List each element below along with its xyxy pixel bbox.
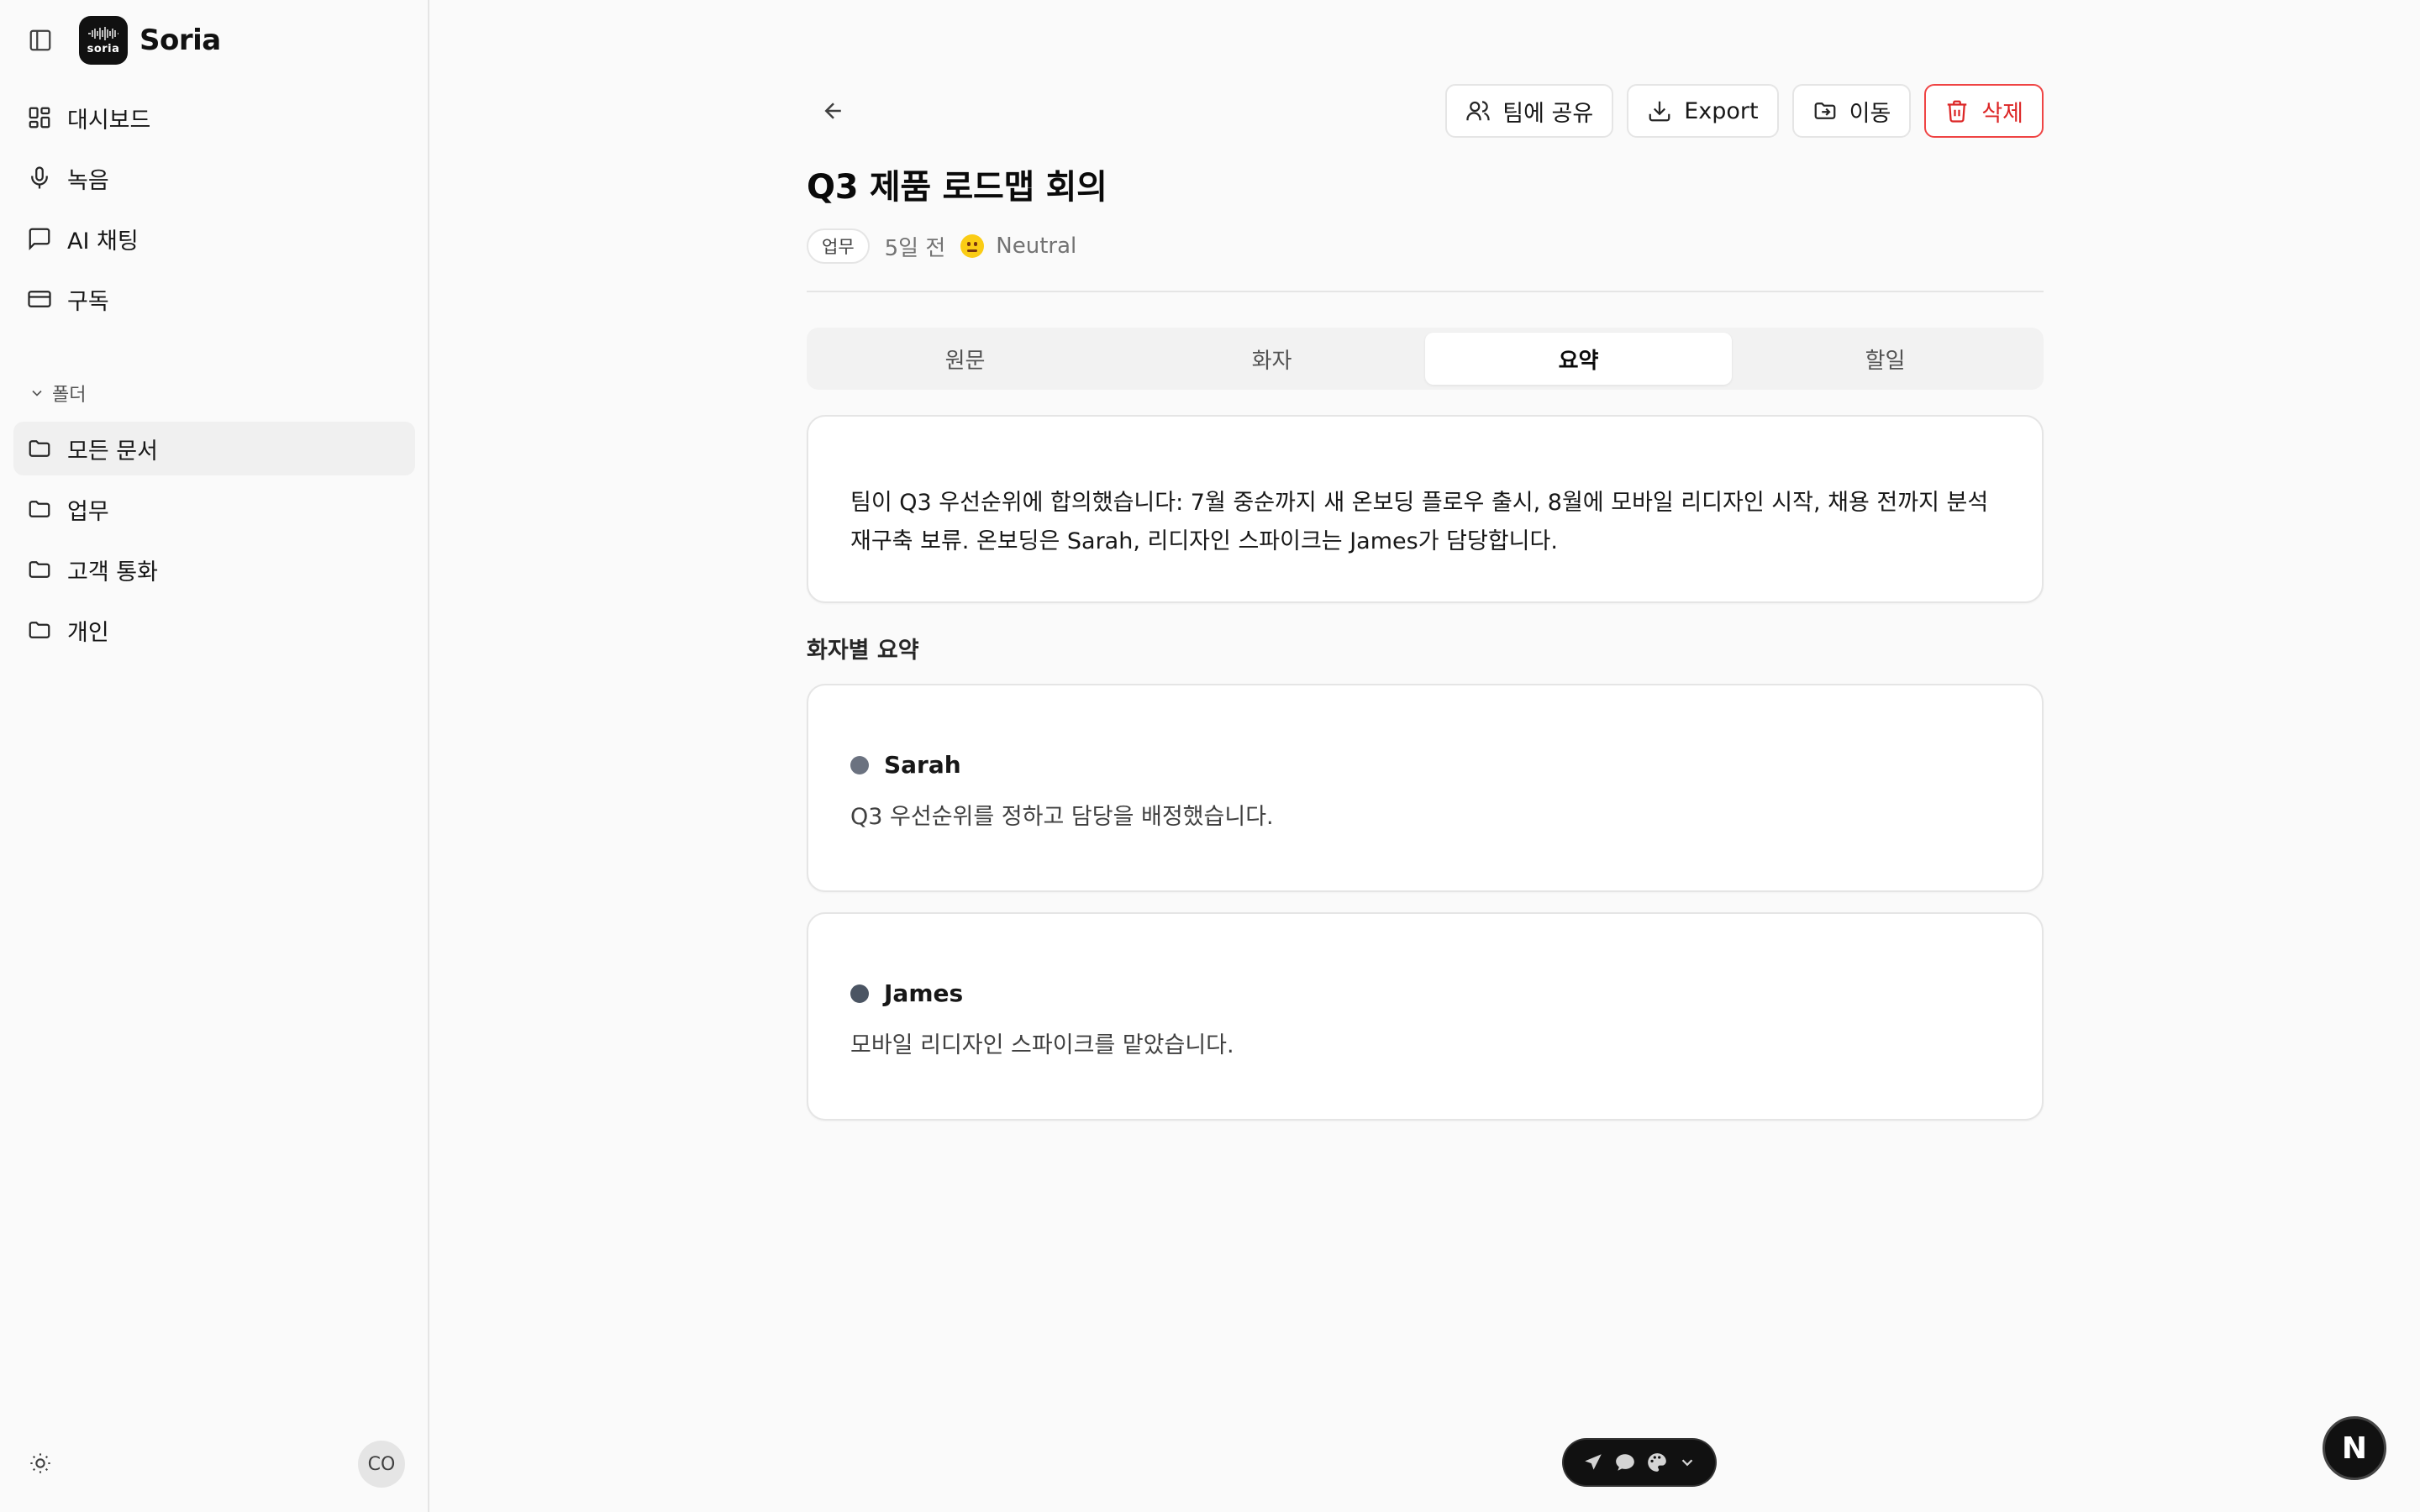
nav-item-subscription[interactable]: 구독 — [13, 272, 415, 326]
folder-move-icon — [1814, 102, 1835, 119]
nav-item-recording[interactable]: 녹음 — [13, 151, 415, 205]
chat-icon — [29, 228, 50, 250]
sidebar-toggle-icon[interactable] — [27, 27, 54, 54]
folder-icon — [29, 440, 50, 457]
speaker-header: James — [850, 979, 963, 1007]
speaker-header: Sarah — [850, 751, 961, 779]
tab-todos[interactable]: 할일 — [1732, 333, 2039, 385]
brand-logo-text: soria — [87, 42, 120, 55]
folder-icon — [29, 622, 50, 638]
brand-logo[interactable]: soria — [79, 16, 128, 65]
tab-speakers[interactable]: 화자 — [1118, 333, 1425, 385]
document-date: 5일 전 — [884, 235, 946, 261]
floating-toolbar — [1564, 1440, 1715, 1485]
share-team-button[interactable]: 팀에 공유 — [1445, 84, 1614, 138]
summary-text: 팀이 Q3 우선순위에 합의했습니다: 7월 중순까지 새 온보딩 플로우 출시… — [850, 490, 1989, 554]
folders-section-toggle[interactable]: 폴더 — [29, 380, 86, 407]
folder-item-work[interactable]: 업무 — [13, 482, 415, 536]
folder-list: 모든 문서 업무 고객 통화 개인 — [13, 422, 415, 664]
comment-icon[interactable] — [1614, 1452, 1636, 1473]
trash-icon — [1948, 100, 1967, 123]
folder-item-customer-calls[interactable]: 고객 통화 — [13, 543, 415, 596]
back-arrow-icon[interactable] — [813, 91, 854, 131]
nav-item-label: 녹음 — [67, 167, 109, 194]
speaker-name: James — [884, 979, 964, 1007]
sentiment-label: Neutral — [996, 234, 1077, 259]
folder-item-label: 업무 — [67, 498, 109, 525]
move-button[interactable]: 이동 — [1791, 84, 1912, 138]
chevron-down-icon — [32, 390, 42, 396]
page-title: Q3 제품 로드맵 회의 — [807, 168, 1107, 207]
document-meta: 업무 5일 전 Neutral — [807, 228, 1076, 264]
brand-name[interactable]: Soria — [139, 24, 221, 57]
export-button[interactable]: Export — [1627, 84, 1779, 138]
move-label: 이동 — [1849, 100, 1891, 127]
card-icon — [28, 291, 51, 307]
chevron-down-icon[interactable] — [1678, 1453, 1697, 1472]
users-icon — [1466, 101, 1490, 121]
dashboard-icon — [29, 107, 50, 129]
user-avatar[interactable]: CO — [358, 1441, 405, 1488]
nav-item-label: 대시보드 — [67, 107, 151, 134]
folder-tag-badge: 업무 — [807, 228, 870, 264]
tab-transcript[interactable]: 원문 — [812, 333, 1118, 385]
folder-icon — [29, 561, 50, 578]
nav-item-dashboard[interactable]: 대시보드 — [13, 91, 415, 144]
download-icon — [1649, 101, 1670, 122]
document-tabs: 원문 화자 요약 할일 — [807, 328, 2044, 390]
speaker-card: James 모바일 리디자인 스파이크를 맡았습니다. — [807, 912, 2044, 1121]
speaker-summary-heading: 화자별 요약 — [807, 638, 919, 664]
main-content: 팀에 공유 Export 이동 삭제 Q3 제품 로드맵 회의 업무 5일 전 … — [429, 0, 2420, 1512]
speaker-summary-text: Q3 우선순위를 정하고 담당을 배정했습니다. — [850, 804, 1274, 830]
folder-item-label: 개인 — [67, 619, 109, 646]
share-team-label: 팀에 공유 — [1502, 100, 1594, 127]
speaker-color-dot — [850, 984, 869, 1003]
neutral-face-icon — [960, 234, 985, 258]
speaker-color-dot — [850, 755, 869, 774]
next-dev-badge[interactable]: N — [2323, 1416, 2386, 1480]
nav-item-label: AI 채팅 — [67, 228, 139, 255]
folder-item-label: 모든 문서 — [67, 438, 158, 465]
delete-button[interactable]: 삭제 — [1924, 84, 2044, 138]
folders-section-label: 폴더 — [52, 385, 87, 406]
speaker-card: Sarah Q3 우선순위를 정하고 담당을 배정했습니다. — [807, 684, 2044, 892]
document-actions: 팀에 공유 Export 이동 삭제 — [1445, 84, 2044, 138]
nav-item-ai-chat[interactable]: AI 채팅 — [13, 212, 415, 265]
nav-item-label: 구독 — [67, 288, 109, 315]
header-divider — [807, 291, 2044, 292]
speaker-summary-text: 모바일 리디자인 스파이크를 맡았습니다. — [850, 1032, 1234, 1058]
palette-icon[interactable] — [1646, 1452, 1668, 1473]
sidebar-header: soria Soria — [27, 15, 221, 66]
soundwave-icon — [88, 26, 118, 40]
export-label: Export — [1684, 97, 1759, 124]
tab-summary[interactable]: 요약 — [1425, 333, 1732, 385]
folder-icon — [29, 501, 50, 517]
summary-card: 팀이 Q3 우선순위에 합의했습니다: 7월 중순까지 새 온보딩 플로우 출시… — [807, 415, 2044, 603]
folder-item-personal[interactable]: 개인 — [13, 603, 415, 657]
mic-icon — [31, 166, 48, 189]
folder-item-all-documents[interactable]: 모든 문서 — [13, 422, 415, 475]
theme-toggle-sun-icon[interactable] — [27, 1450, 54, 1477]
send-icon[interactable] — [1582, 1452, 1604, 1473]
speaker-name: Sarah — [884, 751, 961, 779]
delete-label: 삭제 — [1981, 100, 2023, 127]
sidebar: soria Soria 대시보드 녹음 AI 채팅 구독 폴더 모든 문서 업무… — [0, 0, 429, 1512]
main-nav: 대시보드 녹음 AI 채팅 구독 — [13, 91, 415, 333]
folder-item-label: 고객 통화 — [67, 559, 158, 585]
